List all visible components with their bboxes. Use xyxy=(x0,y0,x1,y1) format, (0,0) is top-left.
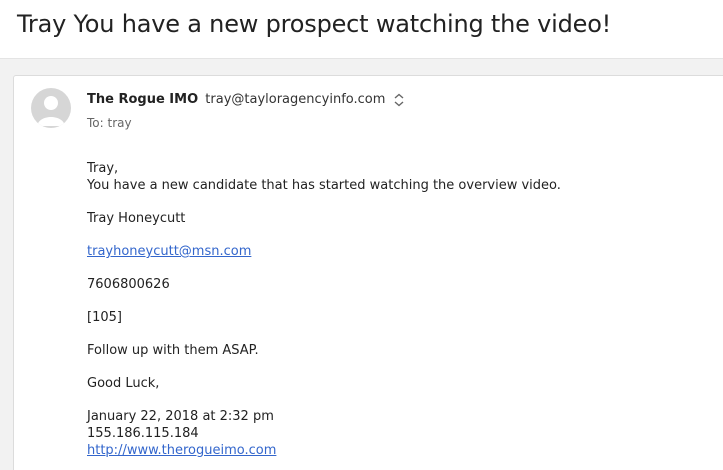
sender-name[interactable]: The Rogue IMO xyxy=(87,92,198,107)
email-subject: Tray You have a new prospect watching th… xyxy=(17,10,612,38)
intro-text: You have a new candidate that has starte… xyxy=(87,178,561,193)
sender-email[interactable]: tray@tayloragencyinfo.com xyxy=(205,92,385,107)
message-body: Tray, You have a new candidate that has … xyxy=(87,160,707,459)
sender-avatar[interactable] xyxy=(31,88,71,128)
chevron-up-down-icon[interactable] xyxy=(392,92,406,108)
ip-address: 155.186.115.184 xyxy=(87,426,199,441)
candidate-name: Tray Honeycutt xyxy=(87,211,186,226)
recipient-line: To: tray xyxy=(87,116,132,130)
candidate-email-link[interactable]: trayhoneycutt@msn.com xyxy=(87,244,251,259)
email-view: Tray You have a new prospect watching th… xyxy=(0,0,723,470)
greeting: Tray, xyxy=(87,161,119,176)
website-link[interactable]: http://www.therogueimo.com xyxy=(87,443,276,458)
message-card: The Rogue IMO tray@tayloragencyinfo.com … xyxy=(13,75,723,470)
reference-code: [105] xyxy=(87,310,122,325)
from-line: The Rogue IMO tray@tayloragencyinfo.com xyxy=(87,92,385,107)
instruction-text: Follow up with them ASAP. xyxy=(87,343,259,358)
timestamp: January 22, 2018 at 2:32 pm xyxy=(87,409,274,424)
candidate-phone: 7606800626 xyxy=(87,277,170,292)
closing-text: Good Luck, xyxy=(87,376,160,391)
person-icon xyxy=(37,96,65,126)
subject-bar: Tray You have a new prospect watching th… xyxy=(0,0,723,59)
